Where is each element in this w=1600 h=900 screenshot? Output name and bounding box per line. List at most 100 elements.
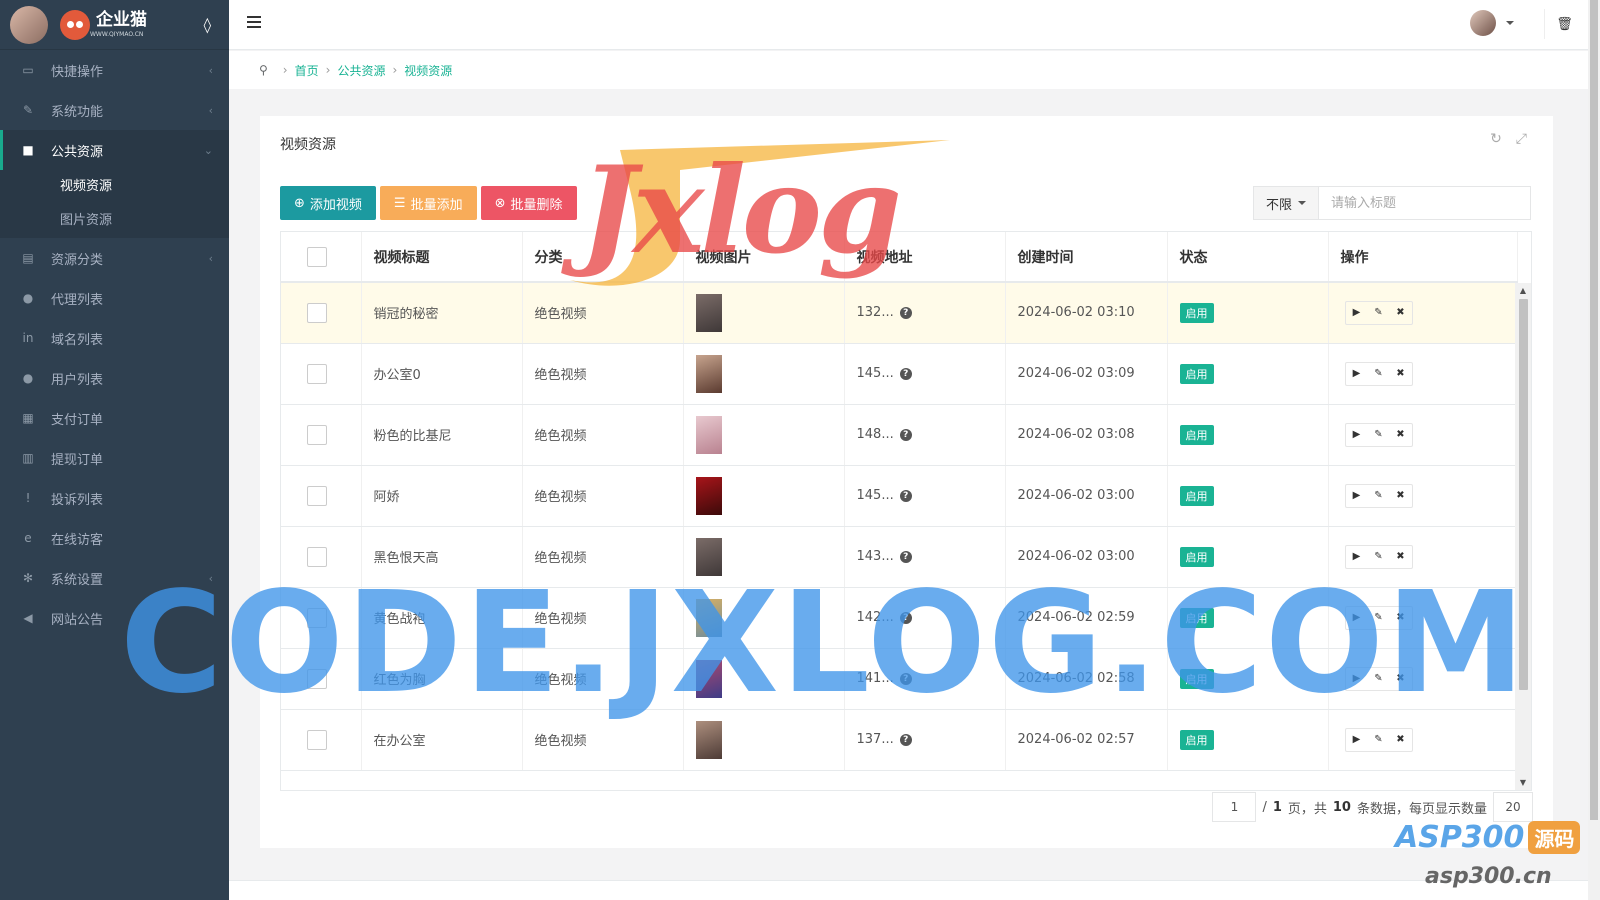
- select-all-checkbox[interactable]: [307, 246, 327, 267]
- video-thumbnail[interactable]: [695, 720, 722, 759]
- table-row[interactable]: 黑色恨天高 绝色视频 143...? 2024-06-02 03:00 启用 ▶…: [281, 526, 1518, 588]
- avatar[interactable]: [10, 5, 48, 44]
- edit-icon[interactable]: ✎: [1368, 485, 1390, 507]
- batch-delete-button[interactable]: ⊗ 批量删除: [480, 186, 577, 220]
- question-icon[interactable]: ?: [899, 367, 912, 380]
- sidebar-item-system-functions[interactable]: ✎ 系统功能 ‹: [0, 90, 229, 130]
- column-header[interactable]: 状态: [1167, 232, 1329, 283]
- sidebar-item-users[interactable]: ● 用户列表: [0, 358, 229, 398]
- breadcrumb-public-resources[interactable]: 公共资源: [337, 62, 385, 79]
- row-checkbox[interactable]: [307, 546, 327, 567]
- video-thumbnail[interactable]: [695, 293, 722, 332]
- question-icon[interactable]: ?: [899, 306, 912, 319]
- table-row[interactable]: 在办公室 绝色视频 137...? 2024-06-02 02:57 启用 ▶ ✎…: [281, 709, 1518, 771]
- status-badge[interactable]: 启用: [1179, 729, 1214, 750]
- video-thumbnail[interactable]: [695, 476, 722, 515]
- sidebar-item-online-visitors[interactable]: e 在线访客: [0, 518, 229, 558]
- column-header[interactable]: 创建时间: [1005, 232, 1168, 283]
- breadcrumb-video-resources[interactable]: 视频资源: [404, 62, 452, 79]
- edit-icon[interactable]: ✎: [1368, 668, 1390, 690]
- delete-icon[interactable]: ✖: [1390, 485, 1412, 507]
- edit-icon[interactable]: ✎: [1368, 729, 1390, 751]
- sidebar-item-agents[interactable]: ● 代理列表: [0, 278, 229, 318]
- scroll-up-icon[interactable]: ▲: [1515, 283, 1531, 299]
- edit-icon[interactable]: ✎: [1368, 546, 1390, 568]
- table-row[interactable]: 办公室0 绝色视频 145...? 2024-06-02 03:09 启用 ▶ ✎…: [281, 343, 1518, 405]
- delete-icon[interactable]: ✖: [1390, 607, 1412, 629]
- fullscreen-icon[interactable]: ⤢: [1516, 131, 1527, 147]
- play-icon[interactable]: ▶: [1346, 607, 1368, 629]
- question-icon[interactable]: ?: [899, 428, 912, 441]
- column-header[interactable]: 操作: [1328, 232, 1518, 283]
- delete-icon[interactable]: ✖: [1390, 729, 1412, 751]
- row-checkbox[interactable]: [307, 485, 327, 506]
- filter-select[interactable]: 不限: [1253, 186, 1319, 220]
- page-scrollbar[interactable]: [1588, 0, 1600, 900]
- play-icon[interactable]: ▶: [1346, 729, 1368, 751]
- row-checkbox[interactable]: [307, 363, 327, 384]
- edit-icon[interactable]: ✎: [1368, 607, 1390, 629]
- play-icon[interactable]: ▶: [1346, 668, 1368, 690]
- edit-icon[interactable]: ✎: [1368, 424, 1390, 446]
- status-badge[interactable]: 启用: [1179, 485, 1214, 506]
- scroll-down-icon[interactable]: ▼: [1515, 775, 1531, 790]
- play-icon[interactable]: ▶: [1346, 485, 1368, 507]
- breadcrumb-home[interactable]: 首页: [295, 62, 319, 79]
- video-thumbnail[interactable]: [695, 415, 722, 454]
- sidebar-item-public-resources[interactable]: ■ 公共资源 ⌄: [0, 130, 229, 170]
- drop-icon[interactable]: ◊: [204, 16, 211, 34]
- play-icon[interactable]: ▶: [1346, 363, 1368, 385]
- table-row[interactable]: 粉色的比基尼 绝色视频 148...? 2024-06-02 03:08 启用 …: [281, 404, 1518, 466]
- status-badge[interactable]: 启用: [1179, 668, 1214, 689]
- question-icon[interactable]: ?: [899, 611, 912, 624]
- sidebar-item-quick-actions[interactable]: ▭ 快捷操作 ‹: [0, 50, 229, 90]
- sidebar-item-system-settings[interactable]: ✻ 系统设置 ‹: [0, 558, 229, 598]
- table-row[interactable]: 阿娇 绝色视频 145...? 2024-06-02 03:00 启用 ▶ ✎ ✖: [281, 465, 1518, 527]
- search-input[interactable]: [1319, 186, 1531, 220]
- user-dropdown-button[interactable]: [1462, 7, 1524, 39]
- question-icon[interactable]: ?: [899, 672, 912, 685]
- column-header[interactable]: 视频地址: [844, 232, 1006, 283]
- clear-cache-button[interactable]: 🗑: [1544, 9, 1584, 39]
- status-badge[interactable]: 启用: [1179, 546, 1214, 567]
- edit-icon[interactable]: ✎: [1368, 302, 1390, 324]
- delete-icon[interactable]: ✖: [1390, 546, 1412, 568]
- play-icon[interactable]: ▶: [1346, 424, 1368, 446]
- play-icon[interactable]: ▶: [1346, 546, 1368, 568]
- row-checkbox[interactable]: [307, 302, 327, 323]
- column-header[interactable]: 分类: [522, 232, 684, 283]
- question-icon[interactable]: ?: [899, 489, 912, 502]
- status-badge[interactable]: 启用: [1179, 363, 1214, 384]
- column-header[interactable]: 视频标题: [361, 232, 523, 283]
- row-checkbox[interactable]: [307, 668, 327, 689]
- table-scrollbar[interactable]: ▲ ▼: [1515, 283, 1531, 790]
- play-icon[interactable]: ▶: [1346, 302, 1368, 324]
- status-badge[interactable]: 启用: [1179, 607, 1214, 628]
- video-thumbnail[interactable]: [695, 598, 722, 637]
- refresh-icon[interactable]: ↻: [1490, 131, 1502, 147]
- sidebar-item-complaints[interactable]: ! 投诉列表: [0, 478, 229, 518]
- column-header[interactable]: 视频图片: [683, 232, 845, 283]
- page-number-input[interactable]: [1212, 792, 1257, 822]
- scrollbar-thumb[interactable]: [1519, 299, 1528, 690]
- edit-icon[interactable]: ✎: [1368, 363, 1390, 385]
- video-thumbnail[interactable]: [695, 659, 722, 698]
- status-badge[interactable]: 启用: [1179, 302, 1214, 323]
- question-icon[interactable]: ?: [899, 550, 912, 563]
- delete-icon[interactable]: ✖: [1390, 668, 1412, 690]
- sidebar-item-payment-orders[interactable]: ▦ 支付订单: [0, 398, 229, 438]
- table-row[interactable]: 黄色战袍 绝色视频 142...? 2024-06-02 02:59 启用 ▶ ✎…: [281, 587, 1518, 649]
- row-checkbox[interactable]: [307, 424, 327, 445]
- page-scrollbar-thumb[interactable]: [1590, 0, 1598, 820]
- video-thumbnail[interactable]: [695, 537, 722, 576]
- video-thumbnail[interactable]: [695, 354, 722, 393]
- question-icon[interactable]: ?: [899, 733, 912, 746]
- status-badge[interactable]: 启用: [1179, 424, 1214, 445]
- table-row[interactable]: 红色为胸 绝色视频 141...? 2024-06-02 02:58 启用 ▶ ✎…: [281, 648, 1518, 710]
- page-size-input[interactable]: [1493, 792, 1533, 822]
- sidebar-item-domains[interactable]: in 域名列表: [0, 318, 229, 358]
- sidebar-item-withdraw-orders[interactable]: ▥ 提现订单: [0, 438, 229, 478]
- row-checkbox[interactable]: [307, 607, 327, 628]
- sidebar-subitem-image-resources[interactable]: 图片资源: [0, 204, 229, 238]
- row-checkbox[interactable]: [307, 729, 327, 750]
